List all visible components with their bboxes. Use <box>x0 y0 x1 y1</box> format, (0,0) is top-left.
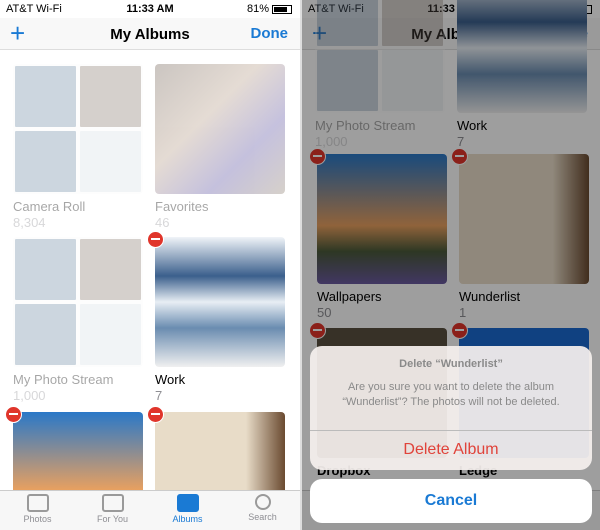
cancel-button[interactable]: Cancel <box>310 479 592 523</box>
album-count: 7 <box>155 388 163 403</box>
status-bar: AT&T Wi-Fi 11:33 AM 81% <box>0 0 300 18</box>
delete-album-icon[interactable] <box>147 406 164 423</box>
dialog-message: Are you sure you want to delete the albu… <box>342 381 560 408</box>
album-name: Work <box>155 372 186 387</box>
album-count: 1,000 <box>13 388 46 403</box>
album-my-photo-stream[interactable]: My Photo Stream 1,000 <box>13 237 143 403</box>
tab-bar: Photos For You Albums Search <box>0 490 300 530</box>
tab-search[interactable]: Search <box>225 491 300 530</box>
tab-label: For You <box>96 514 129 524</box>
album-work[interactable]: Work 7 <box>155 237 285 403</box>
album-name: My Photo Stream <box>13 372 114 387</box>
tab-for-you[interactable]: For You <box>75 491 150 530</box>
search-icon <box>254 494 271 510</box>
tab-label: Albums <box>172 514 203 524</box>
delete-album-action-sheet: Delete “Wunderlist” Are you sure you wan… <box>310 346 592 470</box>
photos-icon <box>26 494 49 512</box>
album-thumbnail <box>155 64 285 194</box>
battery-percent: 81% <box>246 3 269 15</box>
albums-edit-screen: AT&T Wi-Fi 11:33 AM 81% + My Albums Done… <box>0 0 300 530</box>
delete-album-screen: AT&T Wi-Fi 11:33 AM 81% + My Albums Done… <box>300 0 600 530</box>
tab-label: Photos <box>23 514 52 524</box>
delete-album-icon[interactable] <box>147 231 164 248</box>
album-camera-roll[interactable]: Camera Roll 8,304 <box>13 64 143 230</box>
nav-bar: + My Albums Done <box>0 18 300 50</box>
battery-icon <box>272 4 292 14</box>
tab-photos[interactable]: Photos <box>0 491 75 530</box>
album-favorites[interactable]: Favorites 46 <box>155 64 285 230</box>
for-you-icon <box>101 494 124 512</box>
battery: 81% <box>247 3 292 15</box>
album-name: Favorites <box>155 199 209 214</box>
album-thumbnail <box>13 237 143 367</box>
tab-albums[interactable]: Albums <box>150 491 225 530</box>
dialog-title: Delete “Wunderlist” <box>399 358 503 370</box>
album-count: 46 <box>155 215 170 230</box>
album-count: 8,304 <box>13 215 46 230</box>
delete-album-button[interactable]: Delete Album <box>310 441 592 459</box>
album-thumbnail <box>155 237 285 367</box>
albums-icon <box>176 494 199 512</box>
tab-label: Search <box>248 512 277 522</box>
album-thumbnail <box>13 64 143 194</box>
delete-album-icon[interactable] <box>5 406 22 423</box>
done-button[interactable]: Done <box>251 25 289 42</box>
album-name: Camera Roll <box>13 199 86 214</box>
divider <box>310 430 592 431</box>
